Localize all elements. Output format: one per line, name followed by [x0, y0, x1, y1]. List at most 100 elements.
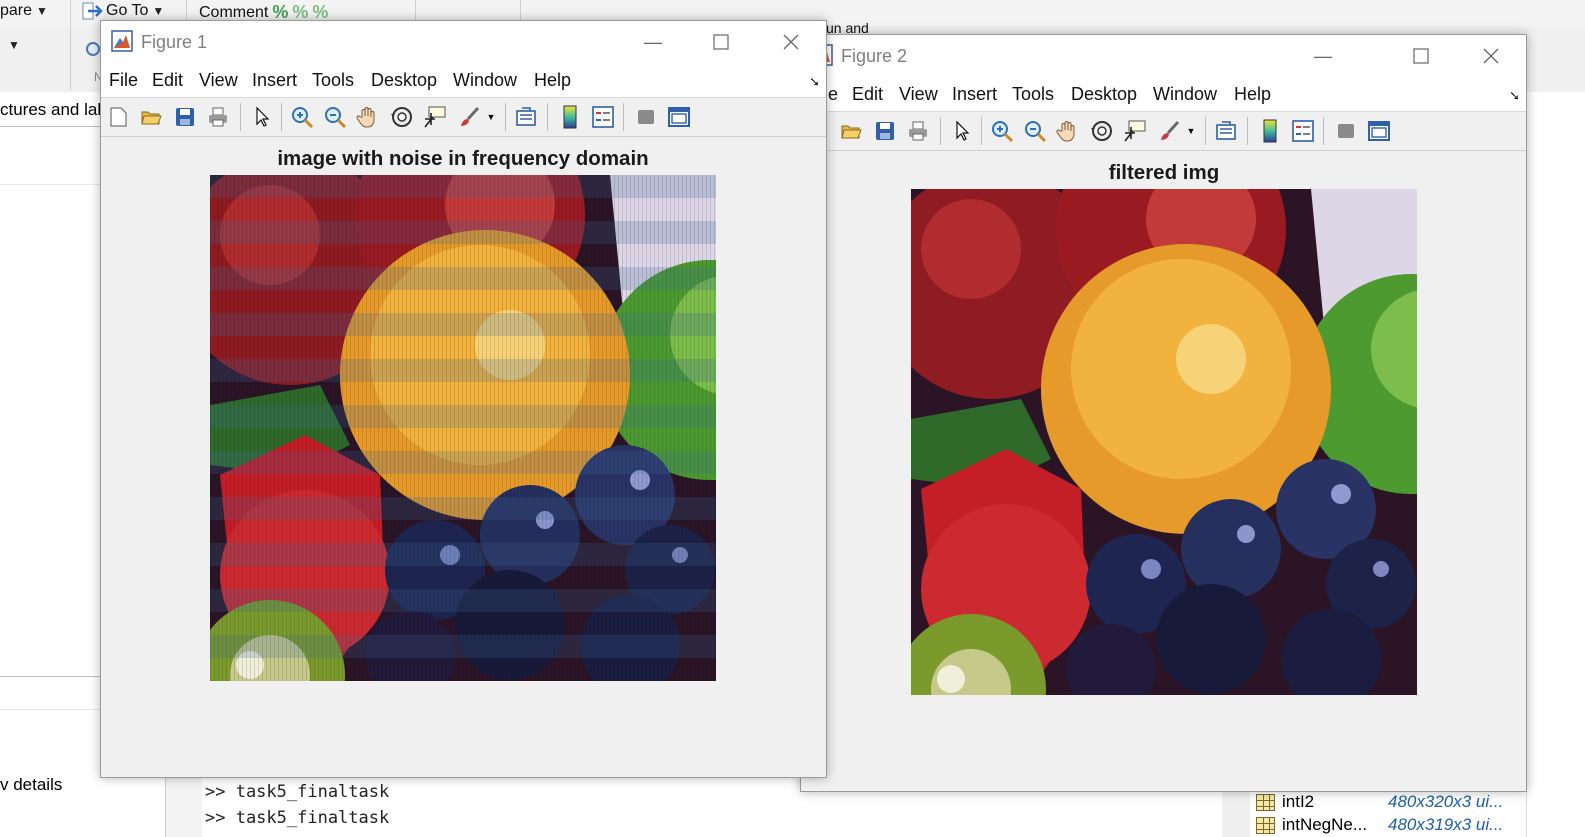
- figure-1-window[interactable]: Figure 1 — File Edit View Insert Tools D…: [100, 20, 827, 778]
- show-plot-tools-icon[interactable]: [1366, 118, 1392, 144]
- current-folder-panel: ctures and lab v details: [0, 92, 107, 837]
- data-cursor-icon[interactable]: [1122, 118, 1148, 144]
- comment-label: Comment: [199, 3, 269, 21]
- dock-arrow-icon[interactable]: ➘: [1509, 88, 1520, 104]
- chevron-down-icon[interactable]: ▼: [485, 104, 497, 130]
- matlab-logo-icon: [111, 30, 133, 52]
- close-icon: [1483, 48, 1499, 64]
- divider: [0, 184, 100, 185]
- editor-tab-partial[interactable]: ctures and lab: [0, 100, 107, 120]
- print-icon[interactable]: [905, 118, 931, 144]
- ribbon-dropdown-button[interactable]: ▼: [8, 38, 20, 52]
- toolbar-separator: [547, 103, 548, 131]
- menu-tools[interactable]: Tools: [312, 70, 354, 91]
- brush-icon[interactable]: [1157, 118, 1183, 144]
- legend-icon[interactable]: [1290, 118, 1316, 144]
- hide-plot-tools-icon[interactable]: [633, 104, 659, 130]
- toolbar-separator: [505, 103, 506, 131]
- edit-plot-arrow-icon[interactable]: [249, 104, 275, 130]
- menu-help[interactable]: Help: [534, 70, 571, 91]
- rotate-3d-icon[interactable]: [1089, 118, 1115, 144]
- zoom-in-icon[interactable]: [289, 104, 315, 130]
- plot-title: image with noise in frequency domain: [277, 147, 649, 170]
- menu-file[interactable]: File: [109, 70, 138, 91]
- goto-button[interactable]: Go To ▼: [82, 2, 164, 20]
- figure-1-menubar: File Edit View Insert Tools Desktop Wind…: [101, 63, 826, 98]
- colorbar-icon[interactable]: [557, 104, 583, 130]
- legend-icon[interactable]: [590, 104, 616, 130]
- close-button[interactable]: [768, 26, 814, 58]
- command-window[interactable]: >> task5_finaltask >> task5_finaltask: [165, 778, 806, 837]
- pan-hand-icon[interactable]: [355, 104, 381, 130]
- menu-tools[interactable]: Tools: [1012, 84, 1054, 105]
- open-file-icon[interactable]: [138, 104, 164, 130]
- workspace-gutter: [1222, 790, 1250, 837]
- menu-window[interactable]: Window: [1153, 84, 1217, 105]
- menu-view[interactable]: View: [899, 84, 938, 105]
- noisy-image: [210, 175, 716, 681]
- save-icon[interactable]: [872, 118, 898, 144]
- menu-insert[interactable]: Insert: [952, 84, 997, 105]
- chevron-down-icon: ▼: [152, 4, 165, 18]
- toolbar-separator: [623, 103, 624, 131]
- close-icon: [783, 34, 799, 50]
- toolbar-separator: [940, 117, 941, 145]
- details-toggle[interactable]: v details: [0, 775, 62, 795]
- brush-icon[interactable]: [457, 104, 483, 130]
- figure-1-titlebar[interactable]: Figure 1 —: [101, 21, 826, 63]
- maximize-icon: [713, 34, 729, 50]
- maximize-button[interactable]: [698, 26, 744, 58]
- figure-2-titlebar[interactable]: Figure 2 —: [801, 35, 1526, 77]
- compare-button[interactable]: pare ▼: [0, 2, 48, 20]
- menu-desktop[interactable]: Desktop: [371, 70, 437, 91]
- workspace-browser[interactable]: intI2 480x320x3 ui... intNegNe... 480x31…: [1222, 790, 1526, 837]
- maximize-icon: [1413, 48, 1429, 64]
- command-line: >> task5_finaltask: [205, 808, 390, 828]
- edit-plot-arrow-icon[interactable]: [949, 118, 975, 144]
- dock-arrow-icon[interactable]: ➘: [809, 74, 820, 90]
- zoom-out-icon[interactable]: [1022, 118, 1048, 144]
- colorbar-icon[interactable]: [1257, 118, 1283, 144]
- goto-arrow-icon: [82, 2, 103, 20]
- hide-plot-tools-icon[interactable]: [1333, 118, 1359, 144]
- figure-2-toolbar: ▼: [801, 112, 1526, 151]
- zoom-in-icon[interactable]: [989, 118, 1015, 144]
- workspace-row[interactable]: intNegNe...: [1256, 815, 1367, 835]
- menu-edit[interactable]: Edit: [152, 70, 183, 91]
- menu-edit[interactable]: Edit: [852, 84, 883, 105]
- print-icon[interactable]: [205, 104, 231, 130]
- new-figure-icon[interactable]: [105, 104, 131, 130]
- rotate-3d-icon[interactable]: [389, 104, 415, 130]
- goto-label: Go To: [106, 2, 149, 19]
- chevron-down-icon[interactable]: ▼: [1185, 118, 1197, 144]
- close-button[interactable]: [1468, 40, 1514, 72]
- figure-1-toolbar: ▼: [101, 98, 826, 137]
- show-plot-tools-icon[interactable]: [666, 104, 692, 130]
- minimize-icon: —: [644, 31, 662, 52]
- zoom-out-icon[interactable]: [322, 104, 348, 130]
- save-icon[interactable]: [172, 104, 198, 130]
- menu-view[interactable]: View: [199, 70, 238, 91]
- divider: [0, 676, 100, 677]
- workspace-side-panel: [1526, 92, 1585, 837]
- minimize-button[interactable]: —: [1300, 40, 1346, 72]
- menu-insert[interactable]: Insert: [252, 70, 297, 91]
- matrix-icon: [1256, 793, 1275, 811]
- pan-hand-icon[interactable]: [1055, 118, 1081, 144]
- menu-help[interactable]: Help: [1234, 84, 1271, 105]
- open-file-icon[interactable]: [838, 118, 864, 144]
- chevron-down-icon: ▼: [8, 38, 20, 52]
- link-plot-icon[interactable]: [513, 104, 539, 130]
- figure-2-window[interactable]: Figure 2 — File Edit View Insert Tools D…: [800, 34, 1527, 792]
- menu-desktop[interactable]: Desktop: [1071, 84, 1137, 105]
- maximize-button[interactable]: [1398, 40, 1444, 72]
- toolbar-separator: [1205, 117, 1206, 145]
- variable-name: intNegNe...: [1282, 815, 1368, 834]
- workspace-row[interactable]: intI2: [1256, 792, 1314, 812]
- menu-window[interactable]: Window: [453, 70, 517, 91]
- divider: [0, 126, 100, 127]
- data-cursor-icon[interactable]: [422, 104, 448, 130]
- link-plot-icon[interactable]: [1213, 118, 1239, 144]
- variable-value: 480x319x3 ui...: [1388, 815, 1504, 834]
- minimize-button[interactable]: —: [630, 26, 676, 58]
